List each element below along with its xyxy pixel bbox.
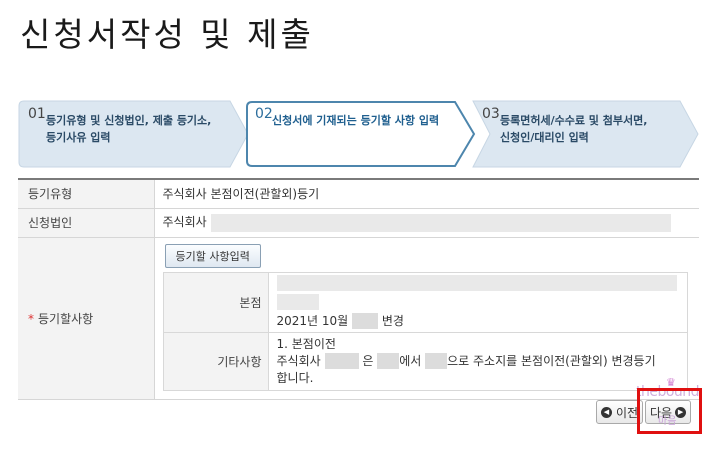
registration-type-value: 주식회사 본점이전(관할외)등기 (154, 179, 699, 209)
head-office-label: 본점 (162, 271, 269, 333)
other-line2-from: 에서 (399, 353, 422, 368)
chevron-left-icon: ◀ (601, 406, 612, 418)
step-3-number: 03 (482, 106, 500, 122)
row-other-items: 기타사항 1. 본점이전 주식회사 은 에서 으로 주소지를 본점이전(관할외)… (162, 331, 688, 391)
registration-items-label-text: 등기할사항 (38, 311, 94, 326)
step-1-label-line1: 등기유형 및 신청법인, 제출 등기소, (46, 114, 212, 127)
other-line2-rest: 으로 주소지를 본점이전(관할외) 변경등기 (447, 353, 656, 368)
row-registration-type: 등기유형 주식회사 본점이전(관할외)등기 (18, 179, 699, 209)
redacted-day (352, 313, 379, 329)
other-items-value: 1. 본점이전 주식회사 은 에서 으로 주소지를 본점이전(관할외) 변경등기… (267, 331, 688, 391)
row-head-office: 본점 2021년 10월 변경 (162, 271, 688, 333)
redacted-corp-name (210, 213, 671, 232)
applicant-corp-prefix: 주식회사 (162, 215, 207, 230)
other-line2-corp: 주식회사 (276, 353, 321, 368)
registration-items-table: 본점 2021년 10월 변경 기타사항 1. 본점이전 주식회사 은 에서 으… (162, 271, 688, 391)
step-1-number: 01 (28, 106, 46, 122)
redacted-address-1 (276, 275, 677, 291)
redacted-to (425, 353, 448, 369)
row-registration-items: * 등기할사항 등기할 사항입력 본점 2021년 10월 변경 기타사항 1.… (18, 237, 699, 400)
registration-type-label: 등기유형 (18, 179, 155, 209)
head-office-change-suffix: 변경 (381, 313, 404, 328)
other-line2-topic: 은 (362, 353, 374, 368)
redacted-from (377, 353, 400, 369)
step-3-label-line1: 등록면허세/수수료 및 첨부서면, (500, 114, 648, 127)
application-form-table: 등기유형 주식회사 본점이전(관할외)등기 신청법인 주식회사 * 등기할사항 등… (18, 178, 699, 400)
step-2-number: 02 (255, 106, 273, 122)
step-2-label-line1: 신청서에 기재되는 등기할 사항 입력 (272, 114, 440, 127)
page-title: 신청서작성 및 제출 (20, 15, 314, 54)
step-3-label-line2: 신청인/대리인 입력 (500, 131, 589, 144)
other-items-label: 기타사항 (162, 331, 269, 391)
registration-items-cell: 등기할 사항입력 본점 2021년 10월 변경 기타사항 1. 본점이전 주식… (154, 237, 699, 400)
other-items-line2: 주식회사 은 에서 으로 주소지를 본점이전(관할외) 변경등기 (277, 353, 687, 370)
other-items-line3: 합니다. (276, 370, 314, 385)
highlight-box (637, 388, 702, 434)
input-registration-items-button[interactable]: 등기할 사항입력 (164, 243, 261, 268)
required-mark: * (28, 311, 34, 326)
step-indicator: 01 등기유형 및 신청법인, 제출 등기소, 등기사유 입력 02 신청서에 … (18, 100, 699, 168)
row-applicant-corp: 신청법인 주식회사 (18, 208, 699, 238)
head-office-change-date: 2021년 10월 (276, 313, 349, 328)
redacted-company (324, 353, 359, 369)
other-items-line1: 1. 본점이전 (276, 336, 336, 351)
applicant-corp-value: 주식회사 (154, 208, 699, 238)
step-1: 01 등기유형 및 신청법인, 제출 등기소, 등기사유 입력 (18, 100, 250, 168)
head-office-value: 2021년 10월 변경 (267, 271, 688, 333)
step-1-label-line2: 등기사유 입력 (46, 131, 111, 144)
step-2: 02 신청서에 기재되는 등기할 사항 입력 (245, 100, 477, 168)
applicant-corp-label: 신청법인 (18, 208, 155, 238)
step-3: 03 등록면허세/수수료 및 첨부서면, 신청인/대리인 입력 (472, 100, 700, 168)
redacted-address-2 (276, 294, 319, 310)
registration-items-label: * 등기할사항 (18, 237, 155, 400)
step-2-shape (246, 101, 476, 167)
prev-label: 이전 (616, 405, 639, 420)
